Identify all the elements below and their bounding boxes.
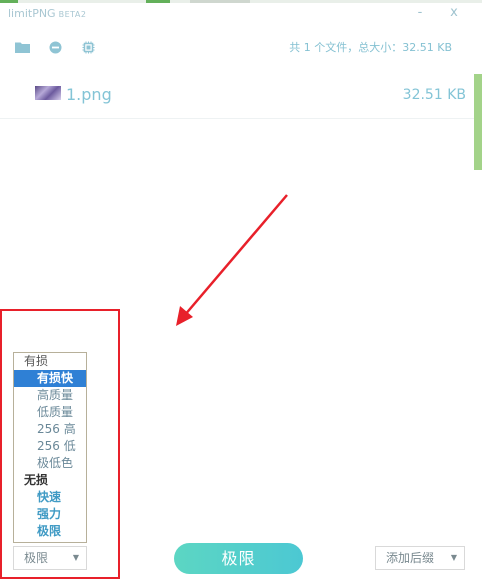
folder-icon	[14, 42, 30, 53]
option-lossy-fast[interactable]: 有损快	[14, 370, 86, 387]
suffix-select[interactable]: 添加后缀 ▼	[375, 546, 465, 570]
group-lossy: 有损	[24, 354, 49, 368]
files-summary: 共 1 个文件，总大小：32.51 KB	[289, 41, 452, 54]
option-strong[interactable]: 强力	[14, 506, 86, 523]
file-name: 1.png	[66, 85, 112, 104]
minus-circle-icon	[49, 41, 61, 53]
option-256-low[interactable]: 256 低	[14, 438, 86, 455]
chip-icon	[82, 41, 94, 53]
option-256-high[interactable]: 256 高	[14, 421, 86, 438]
mode-select[interactable]: 极限 ▼	[13, 546, 87, 570]
file-size: 32.51 KB	[402, 87, 466, 103]
mode-select-value: 极限	[24, 551, 49, 565]
option-low-quality[interactable]: 低质量	[14, 404, 86, 421]
option-very-low-color[interactable]: 极低色	[14, 455, 86, 472]
option-fast[interactable]: 快速	[14, 489, 86, 506]
open-folder-button[interactable]	[14, 40, 30, 54]
file-thumbnail	[35, 86, 61, 100]
app-badge: BETA2	[58, 10, 87, 19]
close-button[interactable]: x	[446, 5, 462, 20]
app-name: limitPNG	[8, 7, 56, 20]
caret-down-icon: ▼	[72, 553, 79, 562]
compress-button[interactable]: 极限	[174, 543, 303, 574]
caret-down-icon: ▼	[450, 553, 457, 562]
option-high-quality[interactable]: 高质量	[14, 387, 86, 404]
file-row[interactable]: 1.png 32.51 KB	[0, 78, 474, 119]
suffix-select-value: 添加后缀	[386, 551, 435, 565]
option-extreme[interactable]: 极限	[14, 523, 86, 540]
mode-dropdown-list[interactable]: 有损 有损快 高质量 低质量 256 高 256 低 极低色 无损 快速 强力 …	[13, 352, 87, 543]
minimize-button[interactable]: -	[412, 5, 428, 20]
scroll-indicator	[474, 74, 482, 170]
app-title: limitPNG BETA2	[8, 7, 86, 20]
settings-button[interactable]	[80, 40, 96, 54]
clear-list-button[interactable]	[47, 40, 63, 54]
group-lossless: 无损	[24, 473, 49, 487]
top-strip	[0, 0, 482, 3]
